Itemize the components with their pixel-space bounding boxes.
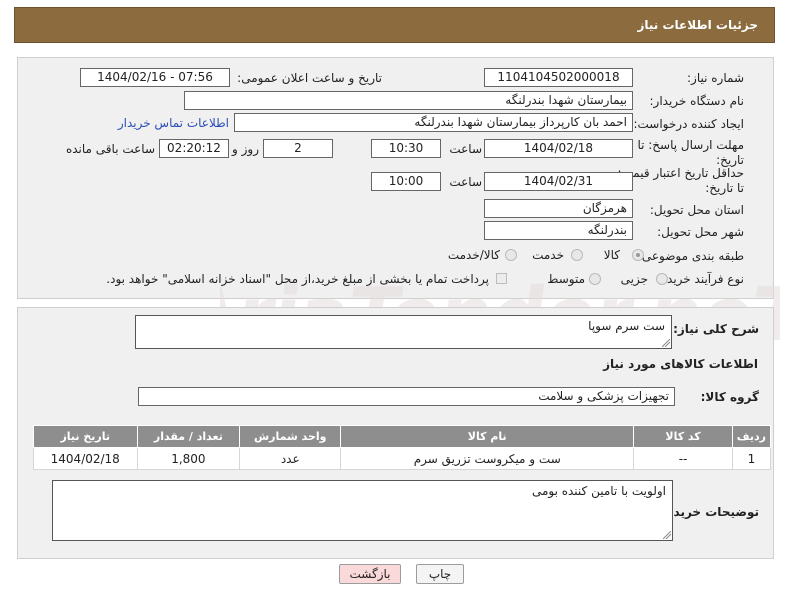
category-option-service: خدمت [532, 248, 564, 262]
creator-label: ایجاد کننده درخواست: [633, 117, 744, 131]
col-item-name: نام کالا [340, 425, 635, 448]
province-field: هرمزگان [484, 199, 633, 218]
cell-unit: عدد [239, 447, 342, 470]
creator-field: احمد بان کارپرداز بیمارستان شهدا بندرلنگ… [234, 113, 633, 132]
deadline-time-field: 10:30 [371, 139, 441, 158]
buyer-notes-textarea: اولویت با تامین کننده بومی [52, 480, 673, 541]
page-title-bar: جزئیات اطلاعات نیاز [14, 7, 775, 43]
resize-handle-icon [663, 531, 671, 539]
description-label: شرح کلی نیاز: [673, 322, 759, 336]
deadline-date-field: 1404/02/18 [484, 139, 633, 158]
deadline-label-line1: مهلت ارسال پاسخ: تا [637, 138, 744, 152]
buyer-contact-link[interactable]: اطلاعات تماس خریدار [118, 116, 229, 130]
col-quantity: تعداد / مقدار [136, 425, 241, 448]
resize-handle-icon [662, 339, 670, 347]
validity-time-field: 10:00 [371, 172, 441, 191]
province-label: استان محل تحویل: [649, 203, 744, 217]
col-row-number: ردیف [731, 425, 772, 448]
page-title: جزئیات اطلاعات نیاز [637, 18, 758, 32]
goods-group-label: گروه کالا: [700, 390, 759, 404]
validity-label-line2: تا تاریخ: [705, 181, 744, 195]
col-unit: واحد شمارش [239, 425, 342, 448]
goods-group-field: تجهیزات پزشکی و سلامت [138, 387, 675, 406]
back-button[interactable]: بازگشت [339, 564, 401, 584]
process-radio-minor[interactable] [656, 273, 668, 285]
treasury-payment-checkbox[interactable] [496, 273, 507, 284]
need-number-label: شماره نیاز: [687, 71, 744, 85]
table-row: 1 -- ست و میکروست تزریق سرم عدد 1,800 14… [33, 447, 772, 470]
goods-table-header: ردیف کد کالا نام کالا واحد شمارش تعداد /… [33, 425, 772, 448]
cell-item-name: ست و میکروست تزریق سرم [340, 447, 635, 470]
process-option-minor: جزیی [620, 272, 648, 286]
description-text: ست سرم سوپا [588, 319, 665, 333]
cell-item-code: -- [633, 447, 733, 470]
process-option-medium: متوسط [547, 272, 585, 286]
category-option-goods: کالا [603, 248, 620, 262]
announce-datetime-field: 1404/02/16 - 07:56 [80, 68, 230, 87]
category-radio-goods-service[interactable] [505, 249, 517, 261]
announce-datetime-label: تاریخ و ساعت اعلان عمومی: [237, 71, 382, 85]
print-button[interactable]: چاپ [416, 564, 464, 584]
city-label: شهر محل تحویل: [657, 225, 744, 239]
validity-date-field: 1404/02/31 [484, 172, 633, 191]
days-label: روز و [232, 142, 259, 156]
process-radio-medium[interactable] [589, 273, 601, 285]
treasury-payment-note: پرداخت تمام یا بخشی از مبلغ خرید،از محل … [106, 272, 489, 286]
goods-section-title: اطلاعات کالاهای مورد نیاز [603, 357, 758, 371]
deadline-label-line2: تاریخ: [716, 153, 744, 167]
city-field: بندرلنگه [484, 221, 633, 240]
category-radio-service[interactable] [571, 249, 583, 261]
buyer-org-field: بیمارستان شهدا بندرلنگه [184, 91, 633, 110]
col-item-code: کد کالا [633, 425, 733, 448]
description-textarea: ست سرم سوپا [135, 315, 672, 349]
validity-label-line1: حداقل تاریخ اعتبار قیمت: [617, 166, 744, 180]
process-label: نوع فرآیند خرید : [659, 272, 744, 286]
days-remaining-field: 2 [263, 139, 333, 158]
validity-time-label: ساعت [449, 175, 482, 189]
category-label: طبقه بندی موضوعی: [637, 249, 744, 263]
category-radio-goods[interactable] [632, 249, 644, 261]
goods-table: ردیف کد کالا نام کالا واحد شمارش تعداد /… [33, 425, 772, 470]
category-option-goods-service: کالا/خدمت [447, 248, 500, 262]
col-need-date: تاریخ نیاز [33, 425, 138, 448]
need-number-field: 1104104502000018 [484, 68, 633, 87]
cell-row-number: 1 [731, 447, 772, 470]
remaining-time-label: ساعت باقی مانده [65, 142, 155, 156]
remaining-time-field: 02:20:12 [159, 139, 229, 158]
cell-quantity: 1,800 [136, 447, 241, 470]
buyer-notes-text: اولویت با تامین کننده بومی [531, 484, 666, 498]
deadline-time-label: ساعت [449, 142, 482, 156]
cell-need-date: 1404/02/18 [33, 447, 138, 470]
buyer-org-label: نام دستگاه خریدار: [649, 94, 745, 108]
